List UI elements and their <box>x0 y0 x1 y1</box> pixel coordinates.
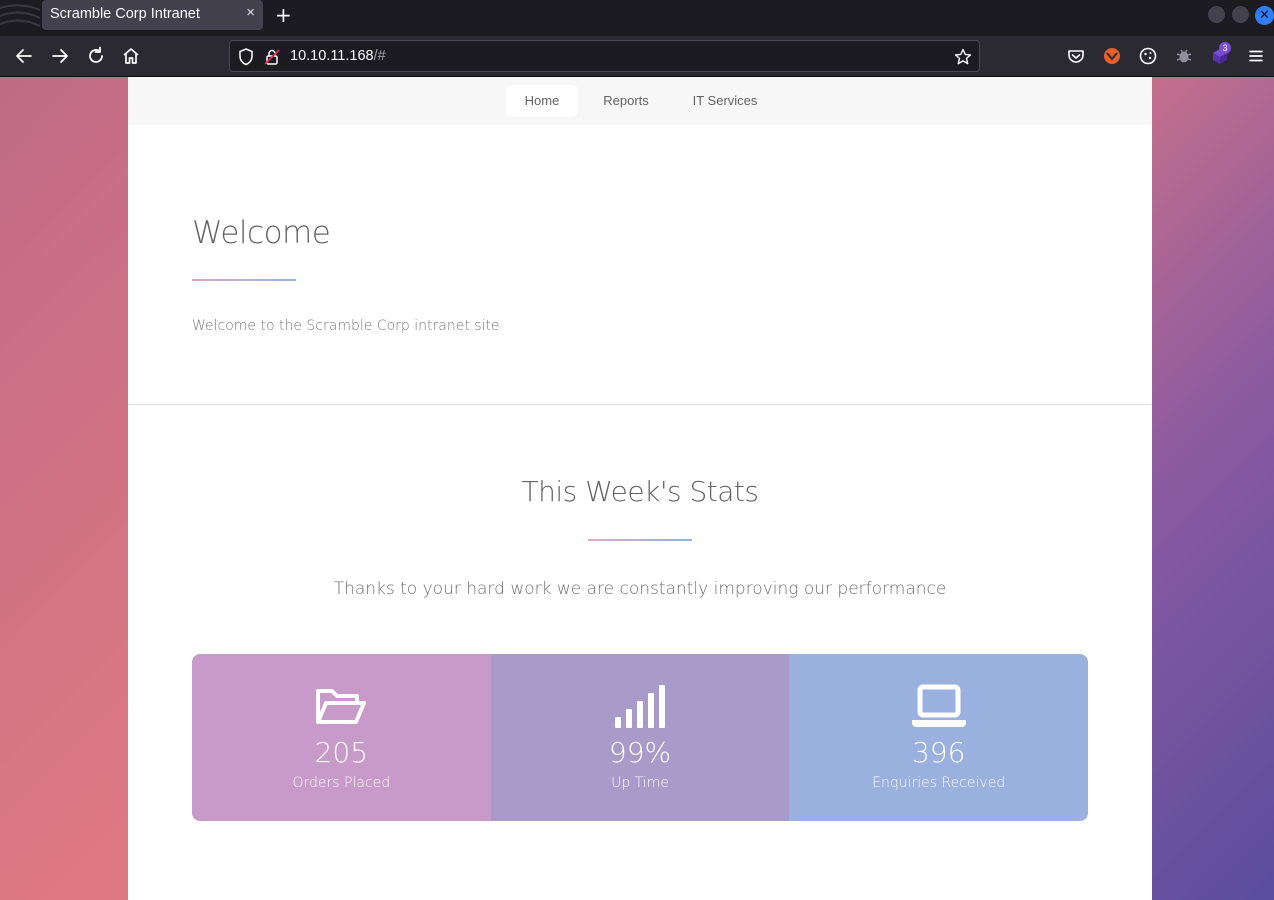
url-path: /# <box>373 48 386 64</box>
welcome-heading: Welcome <box>192 215 331 251</box>
reload-icon[interactable] <box>85 45 107 67</box>
stats-panel: 205 Orders Placed 99% Up Time 396 Enquir… <box>192 654 1088 821</box>
extension-bug-icon[interactable] <box>1173 45 1195 67</box>
browser-tab-bar: Scramble Corp Intranet × + ✕ <box>0 0 1274 36</box>
stat-label: Orders Placed <box>292 775 391 791</box>
tab-close-icon[interactable]: × <box>246 4 255 21</box>
signal-icon <box>615 685 665 728</box>
section-divider <box>128 404 1152 405</box>
page-viewport: Home Reports IT Services Welcome Welcome… <box>0 77 1274 900</box>
home-icon[interactable] <box>120 45 142 67</box>
window-close-button[interactable]: ✕ <box>1255 6 1274 25</box>
welcome-heading-underline <box>192 279 296 281</box>
laptop-icon <box>911 684 966 727</box>
bookmark-star-icon[interactable] <box>953 47 973 67</box>
foxyproxy-icon[interactable] <box>1101 45 1123 67</box>
tab-title: Scramble Corp Intranet <box>50 6 200 22</box>
stat-value: 205 <box>314 736 369 769</box>
url-text: 10.10.11.168/# <box>290 48 386 64</box>
stat-value: 396 <box>911 736 966 769</box>
cookie-icon[interactable] <box>1137 45 1159 67</box>
welcome-text: Welcome to the Scramble Corp intranet si… <box>192 318 500 334</box>
back-icon[interactable] <box>13 45 35 67</box>
folder-open-icon <box>316 689 367 724</box>
nav-it-services-link[interactable]: IT Services <box>680 85 770 117</box>
nav-reports-link[interactable]: Reports <box>590 85 662 117</box>
pocket-icon[interactable] <box>1065 45 1087 67</box>
nav-home-link[interactable]: Home <box>506 85 578 117</box>
browser-tab[interactable]: Scramble Corp Intranet × <box>42 0 263 30</box>
extension-badge: 3 <box>1219 42 1231 54</box>
new-tab-button[interactable]: + <box>275 3 292 27</box>
page-container: Home Reports IT Services Welcome Welcome… <box>128 77 1152 900</box>
menu-hamburger-icon[interactable] <box>1245 45 1267 67</box>
forward-icon[interactable] <box>49 45 71 67</box>
site-navigation: Home Reports IT Services <box>128 77 1152 125</box>
stat-enquiries-received: 396 Enquiries Received <box>789 654 1088 821</box>
stat-up-time: 99% Up Time <box>490 654 790 821</box>
stat-value: 99% <box>608 736 672 769</box>
stat-orders-placed: 205 Orders Placed <box>192 654 491 821</box>
stats-heading-underline <box>588 539 692 541</box>
tab-bar-decoration <box>0 4 40 27</box>
address-bar[interactable]: 10.10.11.168/# <box>229 40 980 72</box>
browser-toolbar: 10.10.11.168/# <box>0 36 1274 77</box>
window-minimize-button[interactable] <box>1208 6 1225 23</box>
stat-label: Up Time <box>611 775 669 791</box>
stat-label: Enquiries Received <box>872 775 1006 791</box>
stats-heading: This Week's Stats <box>521 475 760 508</box>
shield-icon[interactable] <box>236 47 256 67</box>
insecure-lock-icon[interactable] <box>262 47 282 67</box>
url-host: 10.10.11.168 <box>290 48 374 64</box>
window-maximize-button[interactable] <box>1232 6 1249 23</box>
stats-subtitle: Thanks to your hard work we are constant… <box>333 579 947 599</box>
